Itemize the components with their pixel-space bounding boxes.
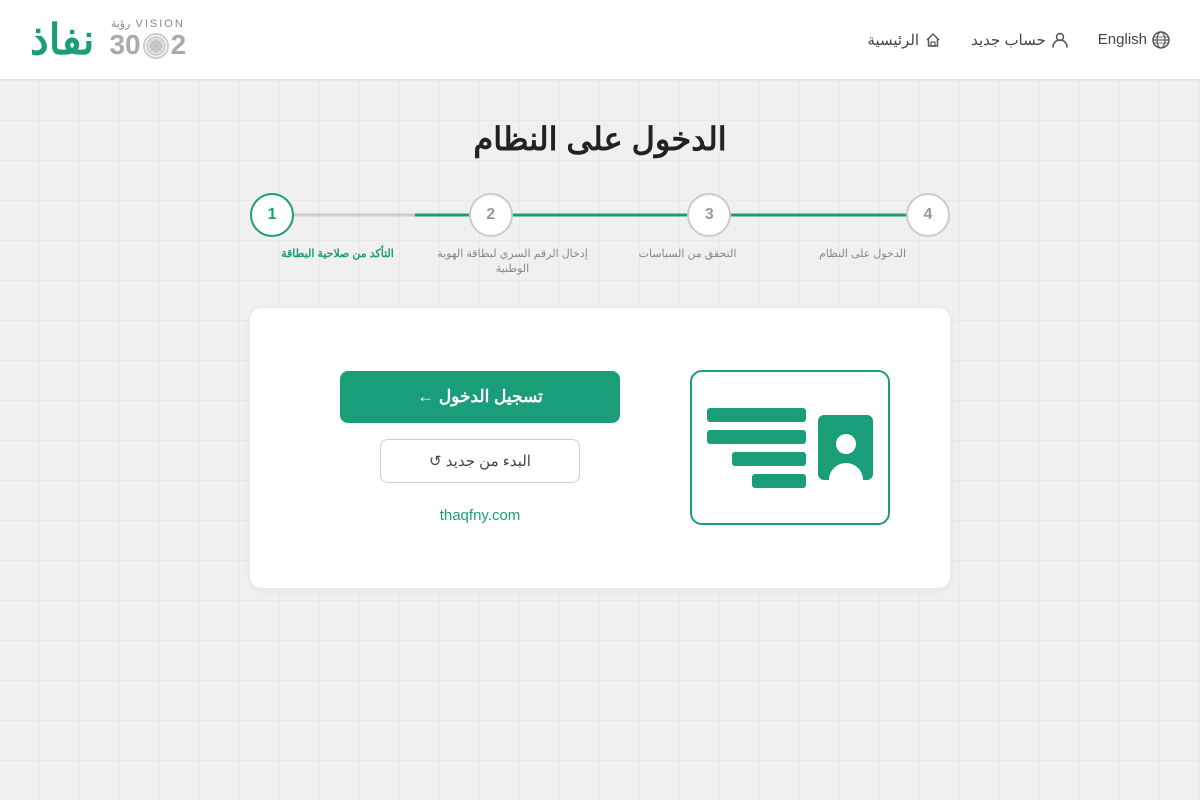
restart-button[interactable]: البدء من جديد ↺	[380, 439, 580, 483]
stepper-track: 4 3 2 1	[250, 193, 950, 237]
header-logo-area: VISION رؤية 2 30 نفاذ	[30, 15, 186, 64]
header: English حساب جديد الرئيسية VISION رؤية 2	[0, 0, 1200, 80]
website-link[interactable]: thaqfny.com	[440, 507, 521, 524]
step-3-circle: 3	[687, 193, 731, 237]
id-line-2	[707, 430, 806, 444]
buttons-area: تسجيل الدخول ← البدء من جديد ↺ thaqfny.c…	[310, 371, 650, 524]
home-nav[interactable]: الرئيسية	[867, 31, 941, 49]
step-1-label: التأكد من صلاحية البطاقة	[250, 247, 425, 278]
user-icon	[1052, 32, 1068, 48]
stepper: 4 3 2 1 الدخول على النظام التحقق من السي…	[250, 193, 950, 278]
login-card: تسجيل الدخول ← البدء من جديد ↺ thaqfny.c…	[250, 308, 950, 588]
header-nav: English حساب جديد الرئيسية	[867, 31, 1170, 49]
step-3-label: التحقق من السياسات	[600, 247, 775, 278]
step-2-label: إدخال الرقم السري لبطاقة الهوية الوطنية	[425, 247, 600, 278]
vision-block: VISION رؤية 2 30	[109, 18, 186, 61]
id-avatar	[818, 415, 873, 480]
language-switcher[interactable]: English	[1098, 31, 1170, 49]
language-label: English	[1098, 31, 1147, 48]
page-title: الدخول على النظام	[473, 120, 726, 158]
step-4-label: الدخول على النظام	[775, 247, 950, 278]
vision-emblem	[143, 33, 169, 59]
step-1-circle: 1	[250, 193, 294, 237]
vision-year: 2 30	[109, 30, 186, 61]
home-icon	[925, 32, 941, 48]
step-2-circle: 2	[469, 193, 513, 237]
globe-icon	[1152, 31, 1170, 49]
stepper-labels: الدخول على النظام التحقق من السياسات إدخ…	[250, 247, 950, 278]
new-account-nav[interactable]: حساب جديد	[971, 31, 1068, 49]
new-account-label: حساب جديد	[971, 31, 1046, 49]
id-line-4	[752, 474, 806, 488]
id-card-illustration	[690, 370, 890, 525]
id-line-1	[707, 408, 806, 422]
nafath-logo: نفاذ	[30, 15, 94, 64]
home-label: الرئيسية	[867, 31, 919, 49]
id-lines	[707, 408, 806, 488]
step-4-circle: 4	[906, 193, 950, 237]
id-line-3	[732, 452, 806, 466]
avatar-svg	[825, 428, 867, 480]
main-content: الدخول على النظام 4 3 2 1 الد	[0, 80, 1200, 800]
login-button[interactable]: تسجيل الدخول ←	[340, 371, 620, 423]
